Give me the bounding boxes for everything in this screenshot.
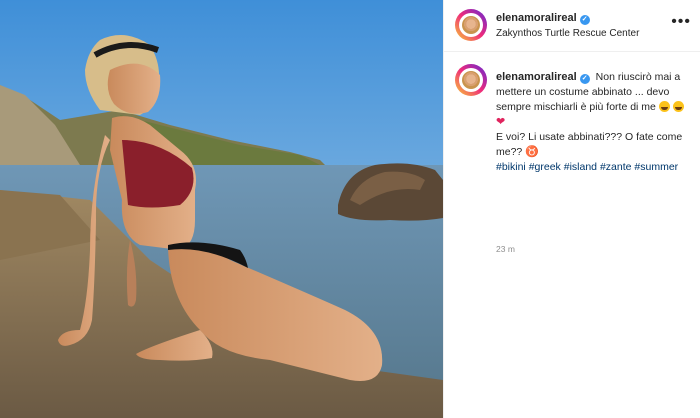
devil-emoji-icon: ♉: [525, 146, 539, 158]
verified-badge-icon: ✓: [579, 74, 590, 84]
hashtag-link[interactable]: #bikini: [496, 161, 526, 173]
header-username-text[interactable]: elenamoralireal: [496, 12, 577, 24]
laughing-emoji-icon: [672, 101, 684, 112]
hashtag-link[interactable]: #island: [564, 161, 597, 173]
author-avatar[interactable]: [455, 9, 487, 41]
beach-photo-illustration: [0, 0, 443, 418]
instagram-post-window: elenamoralireal ✓ Zakynthos Turtle Rescue…: [0, 0, 700, 418]
caption-username[interactable]: elenamoralireal ✓: [496, 71, 590, 84]
caption-line-2: E voi? Li usate abbinati??? O fate come …: [496, 131, 683, 158]
avatar-image: [459, 68, 483, 92]
more-options-icon[interactable]: •••: [671, 14, 691, 30]
caption-author-avatar[interactable]: [455, 64, 487, 96]
hashtag-link[interactable]: #summer: [634, 161, 678, 173]
avatar-image: [459, 13, 483, 37]
hashtag-link[interactable]: #zante: [600, 161, 632, 173]
post-time-ago[interactable]: 23 m: [496, 244, 515, 254]
laughing-emoji-icon: [658, 101, 670, 112]
post-sidebar: elenamoralireal ✓ Zakynthos Turtle Rescue…: [443, 0, 700, 418]
caption-username-text[interactable]: elenamoralireal: [496, 71, 577, 83]
post-header: elenamoralireal ✓ Zakynthos Turtle Rescue…: [444, 0, 700, 52]
red-heart-emoji-icon: ❤: [496, 116, 506, 128]
post-photo[interactable]: [0, 0, 443, 418]
header-username[interactable]: elenamoralireal ✓: [496, 12, 590, 25]
verified-badge-icon: ✓: [579, 15, 590, 25]
post-location[interactable]: Zakynthos Turtle Rescue Center: [496, 28, 639, 39]
caption-text: elenamoralireal ✓ Non riuscirò mai a mett…: [496, 70, 692, 175]
hashtag-link[interactable]: #greek: [529, 161, 561, 173]
